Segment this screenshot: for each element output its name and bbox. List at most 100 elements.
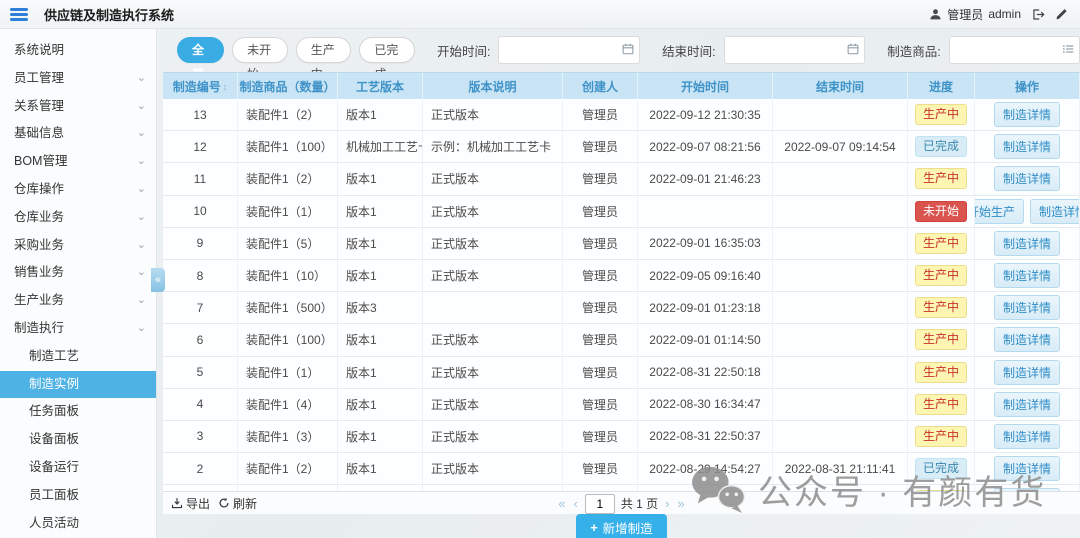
start-time-input[interactable] xyxy=(499,39,639,61)
cell-end: 2022-08-31 21:11:41 xyxy=(773,453,908,484)
add-manufacture-label: 新增制造 xyxy=(603,518,653,537)
user-menu[interactable]: 管理员 admin xyxy=(929,6,1021,23)
sidebar-item[interactable]: 销售业务⌄ xyxy=(0,259,156,287)
cell-status: 生产中 xyxy=(908,292,975,323)
sidebar-subitem[interactable]: 制造实例 xyxy=(0,371,156,399)
sidebar-item[interactable]: 生产业务⌄ xyxy=(0,287,156,315)
cell-version: 版本1 xyxy=(338,453,423,484)
sidebar-item[interactable]: BOM管理⌄ xyxy=(0,148,156,176)
cell-version-desc: 正式版本 xyxy=(423,196,563,227)
cell-id: 6 xyxy=(163,324,238,355)
sidebar-item[interactable]: 系统说明 xyxy=(0,37,156,65)
sidebar-collapse-handle[interactable]: « xyxy=(151,268,165,292)
menu-icon[interactable] xyxy=(10,8,28,21)
calendar-icon[interactable] xyxy=(847,42,859,60)
cell-actions: 制造详情 xyxy=(975,163,1080,194)
manufacture-detail-button[interactable]: 制造详情 xyxy=(994,424,1060,449)
sidebar-item-label: 仓库操作 xyxy=(14,182,64,196)
table-row: 12装配件1（100）机械加工工艺卡示例：机械加工工艺卡管理员2022-09-0… xyxy=(163,131,1080,163)
sidebar-subitem-label: 任务面板 xyxy=(29,404,79,418)
cell-status: 已完成 xyxy=(908,131,975,162)
cell-creator: 管理员 xyxy=(563,292,638,323)
chevron-down-icon: ⌄ xyxy=(137,176,146,204)
manufacture-detail-button[interactable]: 制造详情 xyxy=(994,263,1060,288)
page-number-input[interactable] xyxy=(585,494,615,514)
cell-version-desc: 正式版本 xyxy=(423,324,563,355)
status-filter-tabs: 全部未开始生产中已完成 xyxy=(177,37,415,63)
manufacture-detail-button[interactable]: 制造详情 xyxy=(994,295,1060,320)
column-header-label: 进度 xyxy=(929,78,953,95)
filter-tab[interactable]: 已完成 xyxy=(359,37,415,63)
chevron-down-icon: ⌄ xyxy=(137,148,146,176)
cell-end xyxy=(773,421,908,452)
theme-pen-icon[interactable] xyxy=(1055,8,1068,21)
start-time-field xyxy=(498,36,640,64)
column-header: 版本说明 xyxy=(423,73,563,100)
cell-id: 3 xyxy=(163,421,238,452)
filter-tab[interactable]: 生产中 xyxy=(296,37,352,63)
cell-creator: 管理员 xyxy=(563,260,638,291)
cell-actions: 制造详情 xyxy=(975,260,1080,291)
next-page-button[interactable]: › xyxy=(664,496,670,511)
status-badge: 未开始 xyxy=(915,201,967,222)
prev-page-button[interactable]: ‹ xyxy=(572,496,578,511)
add-manufacture-button[interactable]: + 新增制造 xyxy=(576,514,666,538)
cell-version-desc: 正式版本 xyxy=(423,453,563,484)
sidebar-subitem[interactable]: 设备面板 xyxy=(0,426,156,454)
filter-tab[interactable]: 全部 xyxy=(177,37,224,63)
sidebar-subitem[interactable]: 制造工艺 xyxy=(0,343,156,371)
cell-product: 装配件1（500） xyxy=(238,292,338,323)
cell-version-desc: 正式版本 xyxy=(423,99,563,130)
cell-id: 5 xyxy=(163,357,238,388)
manufacture-detail-button[interactable]: 制造详情 xyxy=(994,456,1060,481)
list-picker-icon[interactable] xyxy=(1062,42,1074,60)
cell-creator: 管理员 xyxy=(563,389,638,420)
cell-id: 11 xyxy=(163,163,238,194)
manufacture-detail-button[interactable]: 制造详情 xyxy=(994,102,1060,127)
sidebar-item[interactable]: 制造执行⌄ xyxy=(0,315,156,343)
logout-icon[interactable] xyxy=(1031,8,1045,21)
table-row: 5装配件1（1）版本1正式版本管理员2022-08-31 22:50:18生产中… xyxy=(163,357,1080,389)
manufacture-detail-button[interactable]: 制造详情 xyxy=(994,327,1060,352)
sidebar-item[interactable]: 仓库业务⌄ xyxy=(0,204,156,232)
manufacture-detail-button[interactable]: 制造详情 xyxy=(994,392,1060,417)
sidebar-subitem-label: 制造实例 xyxy=(29,377,79,391)
cell-status: 生产中 xyxy=(908,324,975,355)
cell-version-desc: 正式版本 xyxy=(423,421,563,452)
filter-tab[interactable]: 未开始 xyxy=(232,37,288,63)
sidebar-item[interactable]: 仓库操作 ⌄ xyxy=(0,176,156,204)
chevron-down-icon: ⌄ xyxy=(137,315,146,343)
sort-icon[interactable]: ↕ xyxy=(223,82,228,92)
cell-status: 生产中 xyxy=(908,389,975,420)
first-page-button[interactable]: « xyxy=(557,496,566,511)
sidebar-subitem[interactable]: 任务面板 xyxy=(0,398,156,426)
sidebar-subitem[interactable]: 人员活动 xyxy=(0,510,156,538)
topbar-right: 管理员 admin xyxy=(929,0,1068,28)
chevron-down-icon: ⌄ xyxy=(137,65,146,93)
manufacture-detail-button[interactable]: 制造详情 xyxy=(994,360,1060,385)
calendar-icon[interactable] xyxy=(622,42,634,60)
cell-actions: 制造详情 xyxy=(975,357,1080,388)
cell-creator: 管理员 xyxy=(563,99,638,130)
manufacture-detail-button[interactable]: 制造详情 xyxy=(994,134,1060,159)
end-time-input[interactable] xyxy=(725,39,865,61)
cell-creator: 管理员 xyxy=(563,163,638,194)
product-filter-field xyxy=(949,36,1080,64)
last-page-button[interactable]: » xyxy=(677,496,686,511)
manufacture-detail-button[interactable]: 制造详情 xyxy=(994,166,1060,191)
cell-start: 2022-08-29 14:54:27 xyxy=(638,453,773,484)
sidebar-subitem[interactable]: 员工面板 xyxy=(0,482,156,510)
sidebar-item[interactable]: 基础信息⌄ xyxy=(0,120,156,148)
sidebar-item[interactable]: 关系管理⌄ xyxy=(0,93,156,121)
sidebar-item[interactable]: 采购业务⌄ xyxy=(0,232,156,260)
cell-version-desc: 正式版本 xyxy=(423,228,563,259)
manufacture-detail-button[interactable]: 制造详情 xyxy=(1030,199,1080,224)
product-filter-input[interactable] xyxy=(950,39,1079,61)
cell-product: 装配件1（1） xyxy=(238,357,338,388)
sidebar-subitem[interactable]: 设备运行 xyxy=(0,454,156,482)
start-production-button[interactable]: 开始生产 xyxy=(975,199,1024,224)
sidebar-item[interactable]: 员工管理⌄ xyxy=(0,65,156,93)
manufacture-detail-button[interactable]: 制造详情 xyxy=(994,231,1060,256)
column-header-label: 结束时间 xyxy=(816,78,864,95)
cell-id: 12 xyxy=(163,131,238,162)
